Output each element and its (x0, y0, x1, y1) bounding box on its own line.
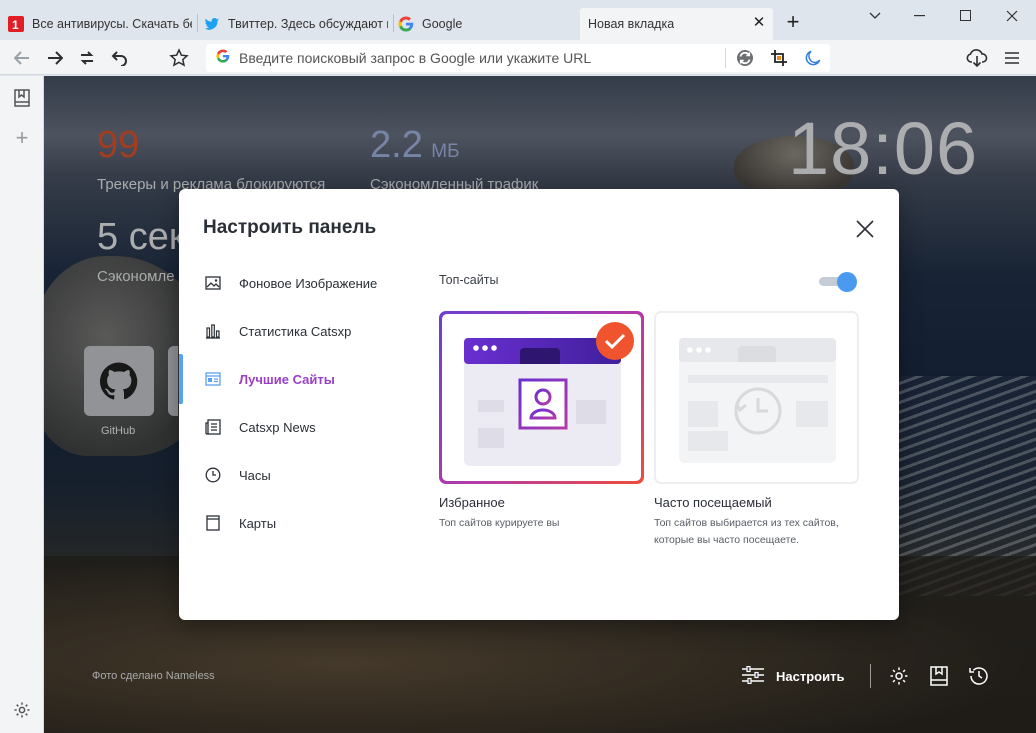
google-favicon-icon (398, 16, 414, 32)
bottom-separator (870, 664, 871, 688)
tab-separator (393, 14, 394, 32)
antivirus-favicon-icon: 1 (8, 16, 24, 32)
tab-google[interactable]: Google (398, 8, 578, 40)
svg-text:1: 1 (12, 18, 19, 32)
top-sites-section-label: Топ-сайты (439, 273, 499, 287)
tab-title: Новая вкладка (588, 17, 675, 31)
reload-icon[interactable] (75, 46, 99, 70)
undo-icon[interactable] (108, 46, 132, 70)
tab-twitter[interactable]: Твиттер. Здесь обсуждают в (204, 8, 390, 40)
twitter-favicon-icon (204, 16, 220, 32)
settings-gear-icon[interactable] (10, 698, 34, 722)
back-arrow-icon[interactable] (10, 46, 34, 70)
add-panel-icon[interactable]: + (10, 125, 34, 150)
maximize-button[interactable] (951, 4, 981, 28)
bookmarks-panel-icon[interactable] (10, 86, 34, 110)
frequently-visited-illustration (679, 338, 836, 463)
close-icon[interactable] (853, 217, 877, 241)
option-description: Топ сайтов курируете вы (439, 517, 560, 529)
option-description: Топ сайтов выбирается из тех сайтов, кот… (654, 517, 839, 546)
tab-new-tab[interactable]: Новая вкладка ✕ (580, 8, 773, 40)
minimize-button[interactable] (905, 4, 935, 28)
sliders-icon (742, 665, 764, 687)
forward-arrow-icon[interactable] (43, 46, 67, 70)
top-sites-icon (205, 371, 221, 387)
option-title: Часто посещаемый (654, 495, 772, 510)
toggle-knob (837, 272, 857, 292)
menu-hamburger-icon[interactable] (1000, 46, 1024, 70)
bookmarks-icon[interactable] (927, 664, 951, 688)
address-bar[interactable] (206, 44, 830, 72)
menu-item-news[interactable]: Catsxp News (205, 415, 316, 439)
menu-item-cards[interactable]: Карты (205, 511, 276, 535)
menu-item-top-sites[interactable]: Лучшие Сайты (205, 367, 335, 391)
option-card-frequently-visited[interactable] (654, 311, 859, 484)
menu-item-label: Часы (239, 467, 271, 483)
card-inner (442, 314, 641, 481)
dark-mode-moon-icon[interactable] (802, 47, 824, 69)
top-sites-toggle[interactable] (819, 271, 859, 293)
sync-icon[interactable] (734, 47, 756, 69)
customize-dashboard-dialog: Настроить панель Фоновое Изображение Ста… (179, 189, 899, 620)
new-tab-button[interactable]: + (782, 11, 804, 34)
close-icon[interactable]: ✕ (751, 15, 767, 31)
settings-gear-icon[interactable] (887, 664, 911, 688)
tab-title: Все антивирусы. Скачать бе (32, 17, 192, 31)
tab-title: Google (422, 17, 463, 31)
tab-separator (197, 14, 198, 32)
bar-chart-icon (205, 323, 221, 339)
option-title: Избранное (439, 495, 505, 510)
star-bookmark-icon[interactable] (167, 46, 191, 70)
active-menu-indicator (179, 354, 183, 404)
toolbar (0, 40, 1036, 75)
news-icon (205, 419, 221, 435)
download-cloud-icon[interactable] (965, 46, 989, 70)
window-close-button[interactable] (997, 4, 1027, 28)
menu-item-label: Фоновое Изображение (239, 275, 378, 291)
history-icon[interactable] (967, 664, 991, 688)
dialog-title: Настроить панель (203, 217, 377, 238)
cards-icon (205, 515, 221, 531)
menu-item-label: Catsxp News (239, 419, 316, 435)
option-card-favorites[interactable] (439, 311, 644, 484)
menu-item-label: Карты (239, 515, 277, 531)
clock-icon (205, 467, 221, 483)
customize-label: Настроить (776, 668, 845, 684)
favorites-illustration (464, 322, 634, 466)
menu-item-stats[interactable]: Статистика Catsxp (205, 319, 351, 343)
chevron-down-icon[interactable] (860, 4, 890, 28)
menu-item-clock[interactable]: Часы (205, 463, 271, 487)
menu-item-label: Статистика Catsxp (239, 323, 352, 339)
google-search-icon (216, 48, 230, 68)
url-input[interactable] (239, 50, 709, 66)
tab-strip: 1 Все антивирусы. Скачать бе Твиттер. Зд… (0, 0, 1036, 40)
tab-title: Твиттер. Здесь обсуждают в (228, 17, 388, 31)
crop-icon[interactable] (768, 47, 790, 69)
sidebar: + (0, 76, 44, 733)
omnibox-divider (725, 48, 726, 68)
menu-item-label: Лучшие Сайты (239, 371, 335, 387)
tab-antivirus[interactable]: 1 Все антивирусы. Скачать бе (8, 8, 194, 40)
image-icon (205, 275, 221, 291)
menu-item-background-image[interactable]: Фоновое Изображение (205, 271, 377, 295)
customize-button[interactable]: Настроить (742, 662, 844, 690)
